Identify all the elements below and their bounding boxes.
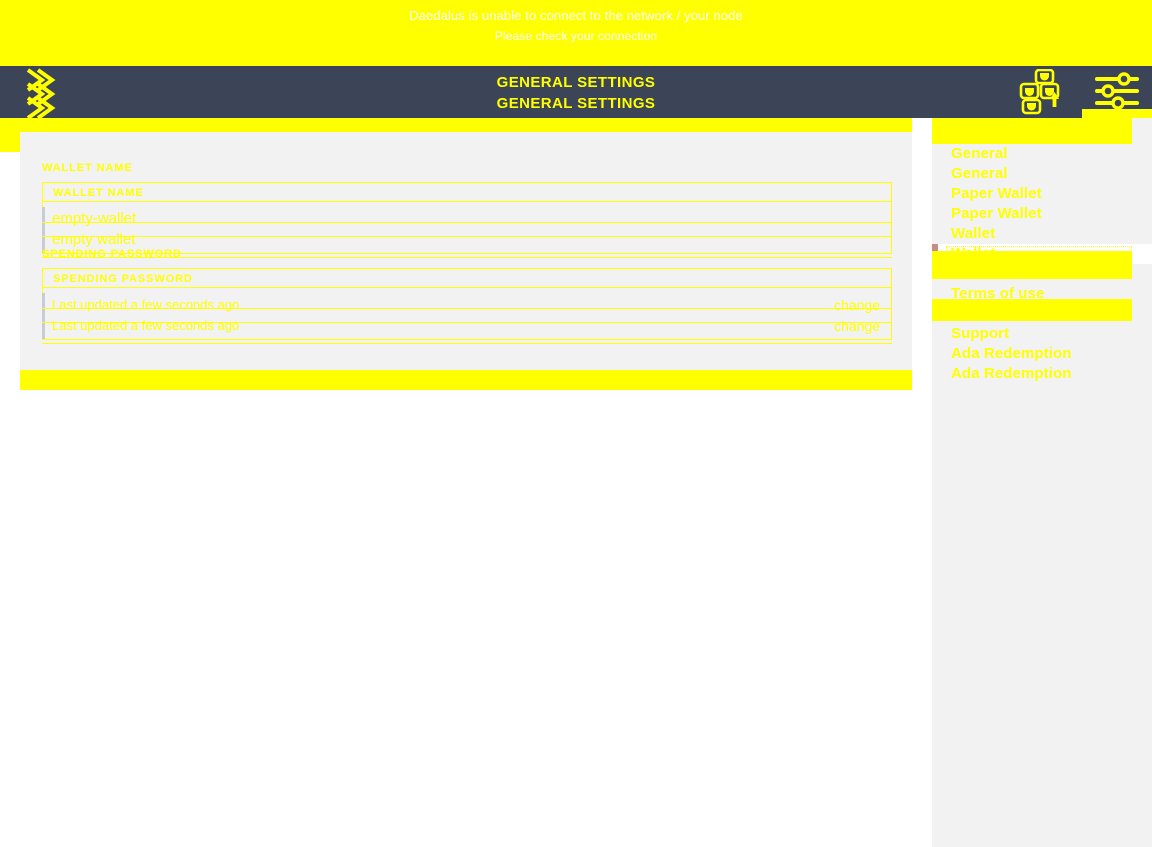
spending-password-row-ghost: Last updated a few seconds ago change	[42, 308, 892, 344]
sidebar-item-label: Terms of use	[951, 285, 1045, 302]
app-root: Daedalus is unable to connect to the net…	[0, 0, 1152, 847]
top-nav-icons: Wallets Settings	[1012, 66, 1152, 118]
spending-password-field[interactable]: SPENDING PASSWORD Last updated a few sec…	[42, 268, 892, 344]
sidebar-item-label: Wallet	[951, 225, 996, 242]
sidebar-item-label: Paper Wallet	[951, 205, 1042, 222]
settings-menu: General General Paper Wallet Paper Walle…	[932, 144, 1152, 384]
sidebar-item-label: Ada Redemption	[951, 365, 1072, 382]
settings-content-column: WALLET NAME WALLET NAME empty-wallet emp…	[0, 118, 932, 392]
sidebar-top-accent-bar	[932, 118, 1132, 144]
network-status-banner: Daedalus is unable to connect to the net…	[0, 0, 1152, 68]
spending-password-section-label: SPENDING PASSWORD	[42, 248, 182, 260]
sidebar-item-label: Paper Wallet	[951, 185, 1042, 202]
settings-panel: WALLET NAME WALLET NAME empty-wallet emp…	[20, 132, 912, 378]
spending-password-input-label: SPENDING PASSWORD	[53, 273, 193, 285]
sidebar-item-wallet[interactable]: Wallet	[932, 224, 1152, 244]
spending-password-group: SPENDING PASSWORD SPENDING PASSWORD Last…	[42, 246, 892, 344]
page-body: WALLET NAME WALLET NAME empty-wallet emp…	[0, 118, 1152, 847]
banner-line-secondary: Please check your connection	[494, 29, 658, 43]
settings-sidebar: General General Paper Wallet Paper Walle…	[932, 118, 1152, 847]
sidebar-item-ada-redemption-ghost[interactable]: Ada Redemption	[932, 364, 1152, 384]
sidebar-item-paper-wallet[interactable]: Paper Wallet	[932, 184, 1152, 204]
content-bottom-accent-bar	[20, 370, 912, 390]
sidebar-item-general[interactable]: General	[932, 144, 1152, 164]
spending-password-change-link-ghost[interactable]: change	[834, 317, 880, 335]
wallets-grid-icon	[1019, 69, 1060, 115]
sidebar-item-paper-wallet-ghost[interactable]: Paper Wallet	[932, 204, 1152, 224]
spending-password-updated-text-ghost: Last updated a few seconds ago	[52, 318, 240, 333]
sidebar-item-label: General	[951, 165, 1008, 182]
wallet-name-section-label: WALLET NAME	[42, 162, 133, 174]
nav-item-settings[interactable]: Settings	[1082, 66, 1152, 118]
sidebar-item-label: Ada Redemption	[951, 345, 1072, 362]
sidebar-item-support[interactable]: Support	[932, 304, 1152, 324]
wallet-name-input-label: WALLET NAME	[53, 187, 144, 199]
sidebar-item-ada-redemption[interactable]: Ada Redemption	[932, 344, 1152, 364]
wallet-name-group: WALLET NAME WALLET NAME empty-wallet emp…	[42, 160, 892, 258]
sidebar-item-wallet-selected[interactable]: Wallet	[932, 244, 1152, 264]
sidebar-item-label: General	[951, 145, 1008, 162]
sidebar-item-terms-of-use-ghost[interactable]: Terms of use	[932, 284, 1152, 304]
top-navigation-bar	[0, 66, 1152, 118]
wallet-name-field[interactable]: WALLET NAME empty-wallet empty wallet	[42, 182, 892, 258]
settings-sliders-icon	[1095, 72, 1139, 110]
sidebar-item-general-ghost[interactable]: General	[932, 164, 1152, 184]
sidebar-item-label: Terms of use	[951, 265, 1045, 282]
nav-item-wallets[interactable]: Wallets	[1012, 66, 1082, 118]
sidebar-item-label: Wallet	[951, 245, 996, 262]
sidebar-item-label: Support	[951, 325, 1010, 342]
sidebar-item-label: Support	[951, 305, 1010, 322]
banner-line-primary: Daedalus is unable to connect to the net…	[409, 8, 743, 23]
daedalus-chevron-logo-icon[interactable]	[22, 66, 64, 118]
sidebar-item-support-ghost[interactable]: Support	[932, 324, 1152, 344]
sidebar-item-terms-of-use[interactable]: Terms of use	[932, 264, 1152, 284]
